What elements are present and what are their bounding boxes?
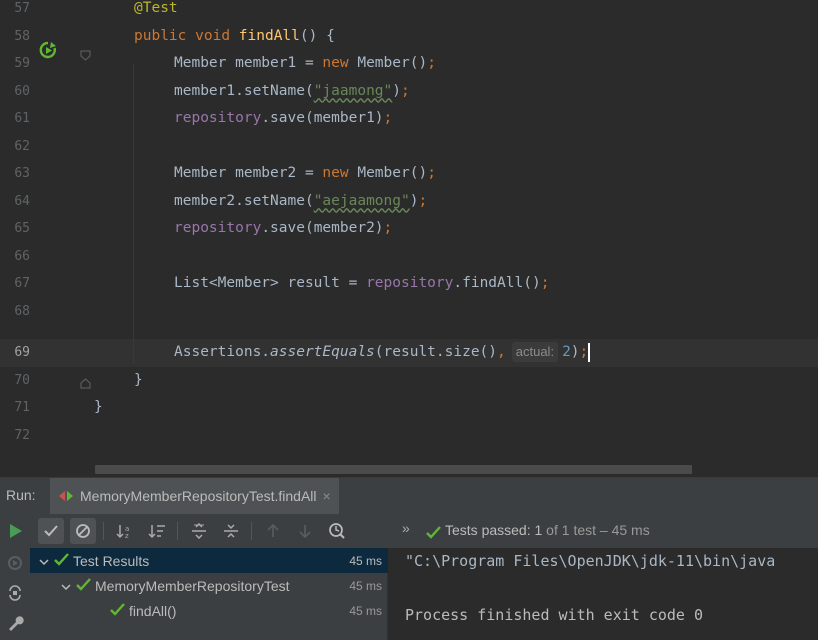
- horizontal-scrollbar[interactable]: [95, 465, 692, 474]
- line-number: 72: [14, 427, 30, 443]
- pass-check-icon: [76, 577, 91, 594]
- svg-text:z: z: [125, 532, 129, 539]
- run-test-icon[interactable]: [38, 40, 58, 60]
- test-tree: Test Results 45 ms MemoryMemberRepositor…: [30, 548, 388, 640]
- rerun-failed-icon[interactable]: [6, 554, 24, 576]
- console-command-line: "C:\Program Files\OpenJDK\jdk-11\bin\jav…: [405, 552, 776, 570]
- more-chevron-icon[interactable]: »: [402, 520, 410, 536]
- settings-wrench-icon[interactable]: [6, 614, 24, 636]
- chevron-down-icon[interactable]: [60, 580, 72, 592]
- code-line-69: Assertions.assertEquals(result.size(), ac…: [174, 342, 591, 362]
- toolbar-separator: [251, 522, 252, 540]
- pass-check-icon: [110, 602, 125, 619]
- indent-guide: [133, 64, 134, 364]
- line-number: 59: [14, 56, 30, 71]
- toggle-auto-test-icon[interactable]: [6, 584, 24, 606]
- prev-fail-icon[interactable]: [260, 518, 286, 544]
- collapse-all-icon[interactable]: [218, 518, 244, 544]
- sort-alpha-icon[interactable]: az: [112, 518, 138, 544]
- pass-check-icon: [54, 552, 69, 569]
- tree-item-time: 45 ms: [349, 553, 382, 568]
- line-number: 61: [14, 111, 30, 126]
- line-number: 68: [14, 303, 30, 319]
- code-line-71: }: [94, 399, 103, 415]
- line-number: 65: [14, 221, 30, 236]
- line-number: 57: [14, 1, 30, 16]
- line-number: 58: [14, 28, 30, 44]
- run-header: Run: MemoryMemberRepositoryTest.findAll …: [0, 478, 818, 514]
- next-fail-icon[interactable]: [292, 518, 318, 544]
- console-exit-line: Process finished with exit code 0: [405, 606, 704, 624]
- param-hint: actual:: [511, 342, 559, 362]
- code-line-57: @Test: [134, 0, 178, 16]
- toolbar-separator: [177, 522, 178, 540]
- code-line-58: public void findAll() {: [134, 27, 335, 44]
- run-tab-title: MemoryMemberRepositoryTest.findAll: [80, 488, 317, 504]
- code-line-63: Member member2 = new Member();: [174, 165, 436, 181]
- fold-icon[interactable]: [80, 374, 91, 389]
- tree-item-time: 45 ms: [349, 603, 382, 618]
- show-ignored-icon[interactable]: [70, 518, 96, 544]
- tree-item-test-method[interactable]: findAll() 45 ms: [30, 598, 388, 623]
- run-icon[interactable]: [6, 522, 24, 544]
- code-line-61: repository.save(member1);: [174, 110, 393, 126]
- test-status: Tests passed: 1 of 1 test – 45 ms: [445, 522, 650, 538]
- tree-item-time: 45 ms: [349, 578, 382, 593]
- test-toolbar: az » Tests passed: 1 of 1 test – 45 ms: [30, 514, 818, 548]
- chevron-down-icon[interactable]: [38, 555, 50, 567]
- history-icon[interactable]: [324, 518, 350, 544]
- console-output[interactable]: "C:\Program Files\OpenJDK\jdk-11\bin\jav…: [389, 548, 818, 640]
- code-line-67: List<Member> result = repository.findAll…: [174, 275, 550, 291]
- expand-all-icon[interactable]: [186, 518, 212, 544]
- text-caret: [588, 342, 591, 362]
- line-number-current: 69: [14, 345, 30, 360]
- show-passed-icon[interactable]: [38, 518, 64, 544]
- close-icon[interactable]: ×: [323, 488, 331, 504]
- line-number: 67: [14, 276, 30, 291]
- test-config-icon: [58, 487, 74, 506]
- code-editor[interactable]: 57 58 59 60 61 62 63 64 65 66 67 68 69 7…: [0, 0, 818, 477]
- toolbar-separator: [103, 522, 104, 540]
- line-number: 63: [14, 166, 30, 181]
- line-number: 62: [14, 138, 30, 154]
- code-line-59: Member member1 = new Member();: [174, 55, 436, 71]
- side-toolbar: [0, 514, 30, 640]
- line-number: 66: [14, 248, 30, 264]
- sort-duration-icon[interactable]: [144, 518, 170, 544]
- line-number: 60: [14, 83, 30, 99]
- tree-item-label: Test Results: [73, 552, 150, 569]
- fold-icon[interactable]: [80, 46, 91, 61]
- code-line-65: repository.save(member2);: [174, 220, 393, 236]
- code-line-64: member2.setName("aejaamong");: [174, 192, 428, 209]
- tree-item-label: MemoryMemberRepositoryTest: [95, 577, 290, 594]
- line-number: 71: [14, 400, 30, 415]
- run-label: Run:: [6, 487, 36, 503]
- line-number: 64: [14, 193, 30, 209]
- tree-item-test-results[interactable]: Test Results 45 ms: [30, 548, 388, 573]
- code-line-60: member1.setName("jaamong");: [174, 82, 410, 99]
- tree-item-test-class[interactable]: MemoryMemberRepositoryTest 45 ms: [30, 573, 388, 598]
- code-line-70: }: [134, 371, 143, 388]
- line-number: 70: [14, 372, 30, 388]
- run-config-tab[interactable]: MemoryMemberRepositoryTest.findAll ×: [50, 478, 339, 514]
- run-panel: Run: MemoryMemberRepositoryTest.findAll …: [0, 477, 818, 640]
- pass-check-icon: [426, 524, 441, 543]
- tree-item-label: findAll(): [129, 602, 177, 619]
